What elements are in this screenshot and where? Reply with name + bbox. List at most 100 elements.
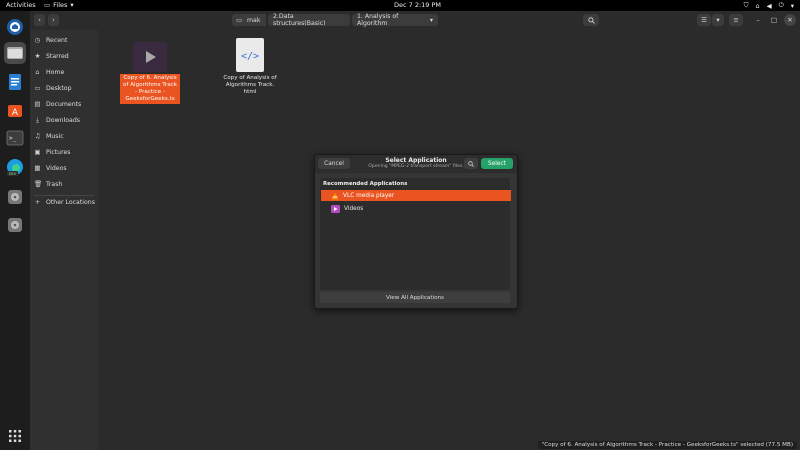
view-options-button[interactable]: ▾	[712, 14, 724, 26]
video-icon: ▦	[34, 164, 41, 172]
shield-icon[interactable]: ⛉	[744, 1, 749, 10]
sidebar-item-label: Videos	[46, 164, 67, 172]
sidebar-item-label: Trash	[46, 180, 63, 188]
browser-icon[interactable]	[4, 16, 26, 38]
sidebar-item-label: Documents	[46, 100, 82, 108]
search-button[interactable]	[583, 14, 599, 26]
home-icon: ⌂	[35, 68, 40, 76]
writer-icon[interactable]	[4, 71, 26, 93]
back-button[interactable]: ‹	[34, 14, 45, 26]
forward-button[interactable]: ›	[48, 14, 59, 26]
picture-icon: ▣	[34, 148, 41, 156]
sidebar-item-label: Starred	[46, 52, 69, 60]
sidebar-item-recent[interactable]: ◷ Recent	[34, 33, 68, 47]
select-application-dialog: Cancel Select Application Opening "MPEG-…	[314, 154, 518, 309]
hamburger-menu-icon: ≡	[733, 16, 739, 24]
clock[interactable]: Dec 7 2:19 PM	[394, 1, 441, 9]
sidebar-item-documents[interactable]: ▤ Documents	[34, 97, 81, 111]
close-button[interactable]: ✕	[784, 14, 796, 26]
view-list-button[interactable]: ☰	[697, 14, 711, 26]
document-icon: ▤	[34, 100, 41, 108]
sidebar-item-trash[interactable]: 🗑 Trash	[34, 177, 62, 191]
chevron-right-icon: ›	[52, 16, 55, 24]
file-name: Copy of 6. Analysis of Algorithms Track …	[120, 74, 180, 104]
software-icon[interactable]: A	[4, 99, 26, 121]
files-icon[interactable]	[4, 42, 26, 64]
breadcrumb-analysis[interactable]: 1. Analysis of Algorithm ▾	[352, 13, 438, 27]
app-menu-label: Files	[53, 1, 68, 9]
apps-grid-icon[interactable]	[4, 425, 26, 447]
sidebar-item-label: Desktop	[46, 84, 72, 92]
download-icon: ⤓	[36, 115, 39, 124]
disc-icon[interactable]	[4, 186, 26, 208]
svg-text:</>: </>	[241, 51, 259, 61]
music-icon: ♫	[34, 132, 41, 140]
video-file-icon	[133, 42, 167, 72]
search-icon	[587, 16, 595, 24]
maximize-button[interactable]: □	[767, 14, 781, 26]
dialog-search-button[interactable]	[464, 158, 478, 169]
sidebar-item-label: Other Locations	[46, 198, 95, 206]
vlc-icon	[331, 192, 339, 199]
sidebar-item-other-locations[interactable]: + Other Locations	[34, 195, 95, 209]
clock-icon: ◷	[34, 36, 41, 44]
videos-app-icon	[331, 204, 340, 213]
file-name: Copy of Analysis of Algorithms Track. ht…	[223, 75, 277, 95]
app-row-vlc[interactable]: VLC media player	[321, 190, 511, 201]
breadcrumb-mak[interactable]: mak	[242, 14, 266, 26]
power-icon[interactable]: ⏻	[779, 1, 784, 10]
terminal-icon[interactable]: >_	[4, 127, 26, 149]
html-file-icon: </>	[236, 38, 264, 72]
sidebar-item-label: Downloads	[46, 116, 80, 124]
view-all-applications-button[interactable]: View All Applications	[320, 292, 510, 303]
sidebar-item-home[interactable]: ⌂ Home	[34, 65, 64, 79]
sidebar-item-label: Pictures	[46, 148, 71, 156]
disc-icon[interactable]	[4, 214, 26, 236]
app-menu[interactable]: ▭ Files ▾	[44, 1, 74, 9]
breadcrumb-label: 1. Analysis of Algorithm	[357, 13, 399, 27]
close-icon: ✕	[787, 16, 793, 24]
sidebar-item-desktop[interactable]: ▭ Desktop	[34, 81, 72, 95]
activities-button[interactable]: Activities	[6, 1, 36, 9]
sidebar-item-videos[interactable]: ▦ Videos	[34, 161, 67, 175]
search-icon	[468, 160, 474, 167]
network-icon[interactable]: ⌂	[755, 2, 759, 10]
svg-text:>_: >_	[9, 135, 17, 142]
star-icon: ★	[34, 52, 41, 60]
menu-button[interactable]: ≡	[729, 14, 743, 26]
svg-text:A: A	[12, 108, 19, 118]
sidebar-item-starred[interactable]: ★ Starred	[34, 49, 69, 63]
app-name: VLC media player	[343, 192, 395, 199]
trash-icon: 🗑	[34, 180, 43, 188]
desktop-icon: ▭	[34, 84, 41, 92]
minimize-button[interactable]: –	[751, 14, 765, 26]
chevron-left-icon: ‹	[38, 16, 41, 24]
top-bar: Activities ▭ Files ▾ Dec 7 2:19 PM ⛉ ⌂ ◀…	[0, 0, 800, 11]
dock: A >_ DEV	[0, 11, 30, 450]
app-name: Videos	[344, 205, 364, 212]
sidebar-item-label: Home	[46, 68, 65, 76]
sidebar-item-pictures[interactable]: ▣ Pictures	[34, 145, 71, 159]
caret-down-icon: ▾	[716, 16, 720, 24]
caret-down-icon: ▾	[429, 16, 433, 24]
breadcrumb-label: 2.Data structures(Basic)	[273, 13, 326, 27]
file-item-ts[interactable]: Copy of 6. Analysis of Algorithms Track …	[120, 42, 180, 104]
status-bar: "Copy of 6. Analysis of Algorithms Track…	[537, 441, 797, 449]
sidebar-item-music[interactable]: ♫ Music	[34, 129, 64, 143]
minimize-icon: –	[756, 16, 760, 24]
system-tray[interactable]: ⛉ ⌂ ◀ ⏻ ▾	[744, 1, 794, 10]
sidebar-item-downloads[interactable]: ⤓ Downloads	[34, 113, 80, 127]
sidebar-item-label: Music	[46, 132, 64, 140]
app-row-videos[interactable]: Videos	[321, 203, 511, 214]
volume-icon[interactable]: ◀	[767, 2, 772, 10]
select-button[interactable]: Select	[481, 158, 513, 169]
places-sidebar: ◷ Recent ★ Starred ⌂ Home ▭ Desktop ▤ Documen…	[30, 11, 98, 450]
breadcrumb-data-structures[interactable]: 2.Data structures(Basic)	[268, 13, 350, 27]
edge-dev-icon[interactable]: DEV	[4, 157, 26, 179]
caret-down-icon: ▾	[70, 1, 74, 9]
folder-icon: ▭	[44, 1, 51, 9]
plus-icon: +	[34, 198, 41, 206]
file-item-html[interactable]: </> Copy of Analysis of Algorithms Track…	[220, 38, 280, 97]
edge-badge: DEV	[9, 172, 17, 176]
caret-down-icon[interactable]: ▾	[791, 2, 794, 10]
